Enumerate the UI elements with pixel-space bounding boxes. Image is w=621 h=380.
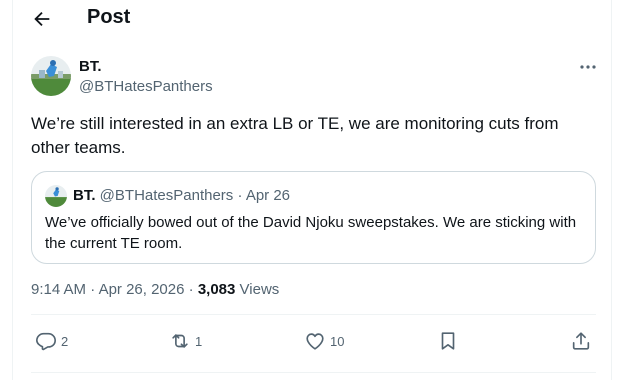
quoted-avatar[interactable]	[45, 185, 67, 207]
reply-count: 2	[61, 333, 69, 349]
divider-bottom	[31, 372, 596, 373]
back-arrow-icon[interactable]	[31, 8, 53, 30]
reply-button[interactable]: 2	[35, 330, 68, 352]
divider	[31, 314, 596, 315]
reply-icon	[36, 332, 56, 351]
share-icon	[572, 332, 590, 350]
quoted-author-name: BT.	[73, 187, 96, 204]
heart-icon	[306, 333, 324, 350]
like-button[interactable]: 10	[304, 330, 344, 352]
post-time[interactable]: 9:14 AM	[31, 281, 86, 298]
like-count: 10	[330, 333, 345, 349]
repost-count: 1	[195, 333, 203, 349]
quoted-separator: ·	[237, 187, 243, 204]
meta-separator-2: ·	[188, 281, 194, 298]
quoted-text: We’ve officially bowed out of the David …	[45, 214, 577, 252]
quoted-post[interactable]: BT. @BTHatesPanthers · Apr 26 We’ve offi…	[31, 171, 596, 264]
page-title: Post	[87, 6, 131, 28]
quoted-header: BT. @BTHatesPanthers · Apr 26	[73, 187, 290, 204]
action-bar: 2 1 10	[13, 322, 613, 360]
share-button[interactable]	[570, 330, 592, 352]
bookmark-button[interactable]	[437, 330, 459, 352]
post-detail-panel: Post BT. @BTHatesPanthers We’re still in…	[12, 0, 612, 380]
avatar[interactable]	[31, 56, 71, 96]
views-label: Views	[239, 281, 280, 298]
quoted-date: Apr 26	[245, 187, 291, 204]
views-count: 3,083	[197, 281, 236, 298]
post-meta: 9:14 AM · Apr 26, 2026 · 3,083 Views	[31, 281, 279, 298]
more-options-icon[interactable]	[577, 58, 599, 76]
author-handle[interactable]: @BTHatesPanthers	[79, 78, 213, 95]
author-name[interactable]: BT.	[79, 58, 102, 75]
post-text: We’re still interested in an extra LB or…	[31, 114, 559, 157]
post-date[interactable]: Apr 26, 2026	[99, 281, 185, 298]
repost-button[interactable]: 1	[169, 330, 202, 352]
header-bar: Post	[13, 0, 613, 38]
quoted-author-handle: @BTHatesPanthers	[99, 187, 234, 204]
bookmark-icon	[441, 332, 455, 350]
meta-separator: ·	[90, 281, 96, 298]
repost-icon	[172, 334, 188, 348]
